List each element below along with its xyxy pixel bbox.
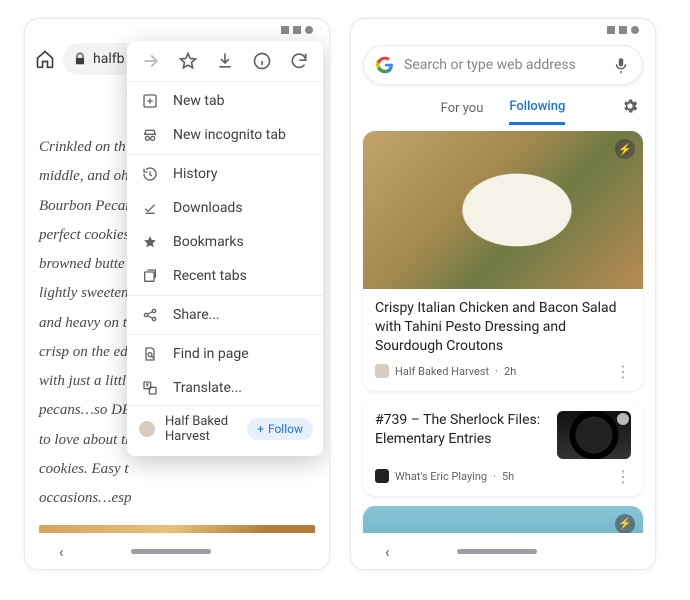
lock-icon [73, 52, 87, 66]
phone-right: Search or type web address For you Follo… [350, 18, 656, 570]
android-navbar: ‹ [351, 533, 655, 569]
search-bar[interactable]: Search or type web address [363, 45, 643, 85]
follow-label: Follow [268, 422, 303, 436]
google-logo-icon [376, 56, 394, 74]
feed-tabs: For you Following [351, 89, 655, 125]
share-icon [141, 307, 159, 323]
source-favicon [375, 469, 389, 483]
amp-bolt-icon: ⚡ [615, 139, 635, 159]
card-source: What's Eric Playing [395, 470, 487, 483]
card-meta: What's Eric Playing · 5h ⋮ [375, 459, 631, 486]
menu-item-new-tab[interactable]: New tab [127, 84, 323, 118]
amp-bolt-icon: ⚡ [615, 514, 635, 534]
home-icon[interactable] [35, 49, 55, 69]
home-pill-icon[interactable] [131, 549, 211, 554]
card-source: Half Baked Harvest [395, 365, 489, 378]
menu-item-label: Find in page [173, 346, 249, 362]
follow-button[interactable]: + Follow [247, 418, 313, 440]
phone-left: halfb — H A L F — H A R Crinkled on th m… [24, 18, 330, 570]
site-favicon [139, 421, 155, 437]
card-time: 5h [502, 470, 514, 483]
menu-item-share[interactable]: Share... [127, 298, 323, 332]
search-placeholder: Search or type web address [404, 57, 602, 73]
card-meta: Half Baked Harvest · 2h ⋮ [363, 362, 643, 391]
menu-item-label: Bookmarks [173, 234, 244, 250]
menu-item-label: Downloads [173, 200, 243, 216]
status-bar [25, 19, 329, 41]
refresh-icon[interactable] [289, 51, 309, 71]
status-indicator-icon [619, 26, 627, 34]
card-more-icon[interactable]: ⋮ [615, 467, 631, 486]
menu-item-label: Translate... [173, 380, 242, 396]
status-indicator-icon [631, 26, 639, 34]
menu-site-name: Half Baked Harvest [165, 414, 237, 444]
card-time: 2h [504, 365, 516, 378]
tab-following[interactable]: Following [509, 99, 565, 125]
menu-item-label: New tab [173, 93, 224, 109]
feed: ⚡ Crispy Italian Chicken and Bacon Salad… [351, 125, 655, 570]
home-pill-icon[interactable] [457, 549, 537, 554]
menu-item-translate[interactable]: Translate... [127, 371, 323, 405]
overflow-menu: New tab New incognito tab History Downlo… [127, 41, 323, 456]
info-icon[interactable] [252, 51, 272, 71]
menu-follow-row: Half Baked Harvest + Follow [127, 405, 323, 452]
find-in-page-icon [141, 346, 159, 362]
menu-top-actions [127, 41, 323, 79]
android-navbar: ‹ [25, 533, 329, 569]
source-favicon [375, 364, 389, 378]
menu-item-incognito[interactable]: New incognito tab [127, 118, 323, 152]
status-bar [351, 19, 655, 41]
download-icon[interactable] [215, 51, 235, 71]
menu-item-history[interactable]: History [127, 157, 323, 191]
incognito-icon [141, 127, 159, 143]
card-thumbnail [557, 411, 631, 459]
star-outline-icon[interactable] [178, 51, 198, 71]
translate-icon [141, 380, 159, 396]
mic-icon[interactable] [612, 56, 630, 74]
menu-item-downloads[interactable]: Downloads [127, 191, 323, 225]
card-title: Crispy Italian Chicken and Bacon Salad w… [363, 289, 643, 362]
star-filled-icon [141, 234, 159, 250]
menu-item-bookmarks[interactable]: Bookmarks [127, 225, 323, 259]
address-text: halfb [93, 51, 124, 67]
plus-icon: + [257, 422, 264, 436]
card-more-icon[interactable]: ⋮ [615, 362, 631, 381]
search-row: Search or type web address [351, 41, 655, 89]
feed-card[interactable]: #739 – The Sherlock Files: Elementary En… [363, 401, 643, 496]
back-icon[interactable]: ‹ [385, 542, 390, 561]
plus-box-icon [141, 93, 159, 109]
status-indicator-icon [281, 26, 289, 34]
menu-item-label: Share... [173, 307, 220, 323]
history-icon [141, 166, 159, 182]
download-done-icon [141, 200, 159, 216]
recent-tabs-icon [141, 268, 159, 284]
card-title: #739 – The Sherlock Files: Elementary En… [375, 411, 547, 459]
menu-item-label: Recent tabs [173, 268, 247, 284]
menu-item-find[interactable]: Find in page [127, 337, 323, 371]
feed-card[interactable]: ⚡ Crispy Italian Chicken and Bacon Salad… [363, 131, 643, 391]
card-hero-image: ⚡ [363, 131, 643, 289]
forward-icon[interactable] [141, 51, 161, 71]
menu-item-recent-tabs[interactable]: Recent tabs [127, 259, 323, 293]
menu-item-label: New incognito tab [173, 127, 286, 143]
back-icon[interactable]: ‹ [59, 542, 64, 561]
status-indicator-icon [607, 26, 615, 34]
gear-icon[interactable] [621, 97, 639, 115]
status-indicator-icon [305, 26, 313, 34]
status-indicator-icon [293, 26, 301, 34]
menu-item-label: History [173, 166, 218, 182]
tab-for-you[interactable]: For you [441, 101, 484, 124]
